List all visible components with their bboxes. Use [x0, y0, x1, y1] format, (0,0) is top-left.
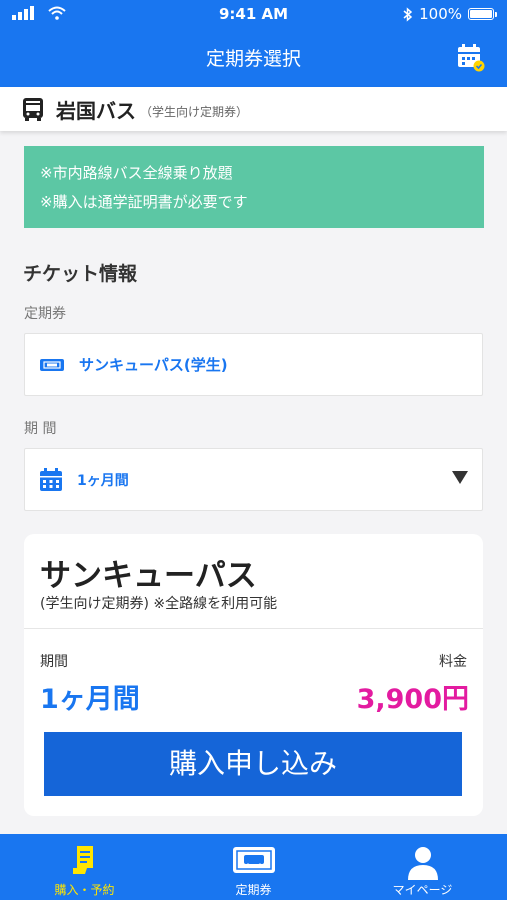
notice-line: ※市内路線バス全線乗り放題	[40, 164, 233, 182]
company-name: 岩国バス	[56, 98, 136, 123]
tab-label: マイページ	[392, 883, 453, 897]
user-icon	[407, 847, 438, 880]
notice-banner: ※市内路線バス全線乗り放題 ※購入は通学証明書が必要です	[24, 146, 484, 228]
summary-card: サンキューパス (学生向け定期券) ※全路線を利用可能 期間 料金 1ヶ月間 3…	[24, 534, 483, 816]
period-value: 1ヶ月間	[77, 472, 129, 489]
pass-value: サンキューパス(学生)	[79, 356, 228, 374]
calendar-icon[interactable]	[455, 42, 485, 72]
pass-label: 定期券	[24, 306, 66, 322]
status-right: 100%	[403, 5, 497, 23]
period-caption: 期間	[40, 654, 68, 670]
ticket-purchase-icon	[72, 846, 93, 874]
tab-mypage[interactable]: マイページ	[338, 834, 507, 900]
price-amount: 3,900円	[356, 684, 469, 715]
period-amount: 1ヶ月間	[40, 684, 140, 715]
app-header: 9:41 AM 100% 定期券選択	[0, 0, 507, 87]
dropdown-arrow-icon	[452, 471, 468, 484]
card-subtitle: (学生向け定期券) ※全路線を利用可能	[40, 596, 278, 612]
price-caption: 料金	[439, 654, 467, 670]
notice-line: ※購入は通学証明書が必要です	[40, 193, 248, 211]
purchase-button[interactable]: 購入申し込み	[44, 732, 462, 796]
period-label: 期 間	[24, 421, 57, 437]
bluetooth-icon	[403, 6, 413, 22]
pass-select[interactable]: サンキューパス(学生)	[24, 333, 483, 396]
battery-percent: 100%	[419, 5, 462, 23]
period-dropdown[interactable]: 1ヶ月間	[24, 448, 483, 511]
divider	[24, 628, 483, 629]
tab-bar: 購入・予約 定期券 マイページ	[0, 834, 507, 900]
company-subtitle: （学生向け定期券）	[140, 104, 249, 119]
card-title: サンキューパス	[40, 558, 257, 594]
tab-label: 定期券	[235, 883, 272, 897]
section-title: チケット情報	[23, 263, 138, 285]
page-title: 定期券選択	[205, 48, 301, 70]
tab-label: 購入・予約	[54, 883, 115, 897]
battery-tip	[495, 11, 497, 17]
company-bar: 岩国バス （学生向け定期券）	[0, 87, 507, 131]
calendar-icon	[40, 467, 62, 491]
bus-icon	[23, 98, 43, 121]
status-bar: 9:41 AM 100%	[0, 0, 507, 30]
bus-pass-icon	[232, 847, 275, 873]
tab-purchase[interactable]: 購入・予約	[0, 834, 169, 900]
tab-pass[interactable]: 定期券	[169, 834, 338, 900]
ticket-icon	[40, 358, 64, 371]
battery-icon	[468, 8, 494, 20]
